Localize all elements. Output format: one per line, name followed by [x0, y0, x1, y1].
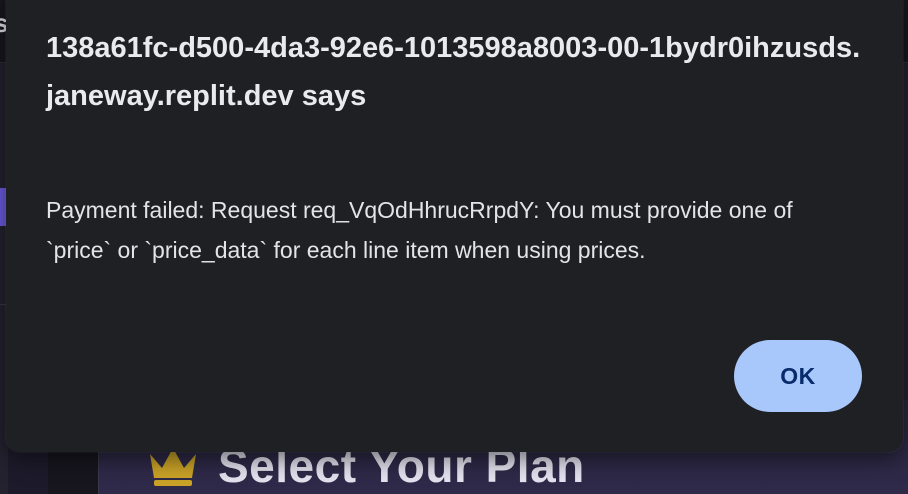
dialog-message: Payment failed: Request req_VqOdHhrucRrp… [46, 197, 793, 263]
dialog-title: 138a61fc-d500-4da3-92e6-1013598a8003-00-… [46, 32, 861, 112]
ok-button[interactable]: OK [734, 340, 862, 412]
alert-dialog: 138a61fc-d500-4da3-92e6-1013598a8003-00-… [6, 0, 903, 452]
